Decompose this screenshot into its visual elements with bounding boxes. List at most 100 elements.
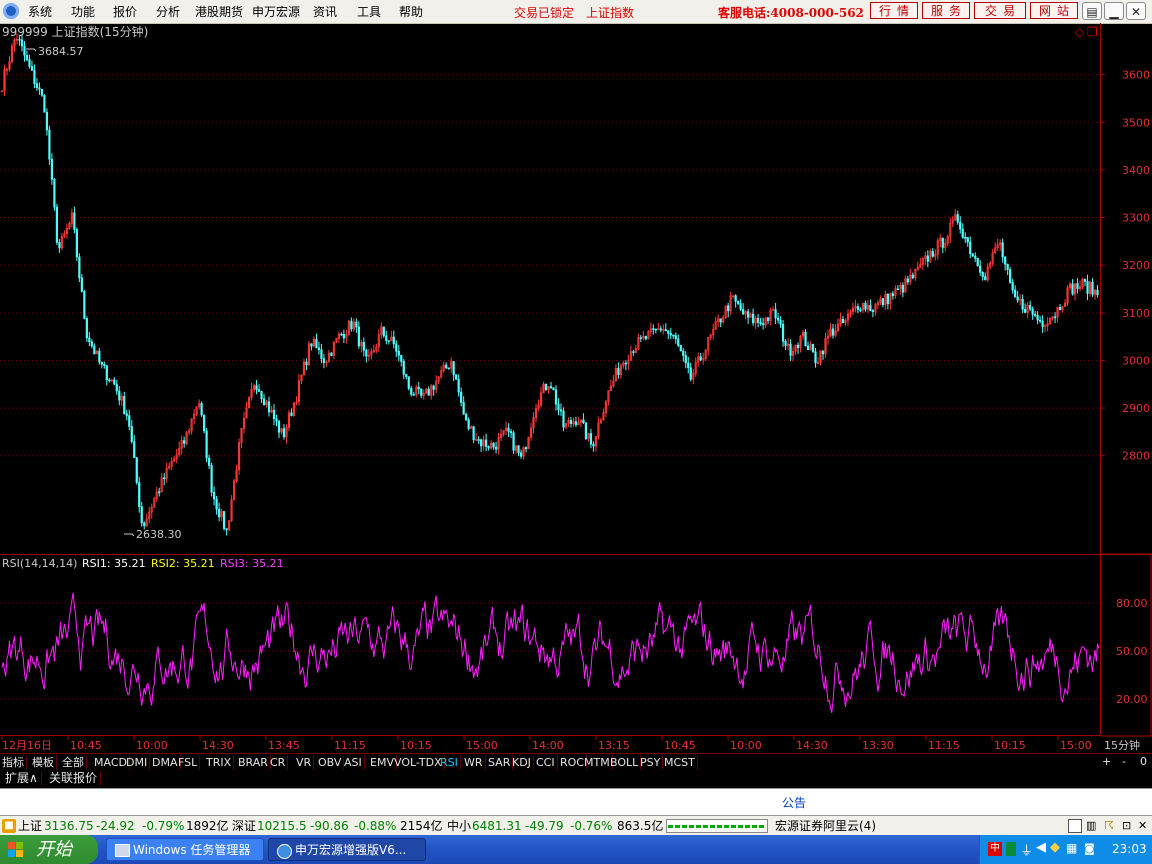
status-lock2-icon[interactable]: ⊡	[1122, 816, 1131, 836]
hotline-text: 客服电话:4008-000-562	[718, 6, 864, 20]
zoom-reset-button[interactable]: 0	[1140, 755, 1147, 768]
notice-label[interactable]: 公告	[782, 794, 806, 811]
tray-volume-icon[interactable]: ◀	[1036, 840, 1046, 855]
menu-swhy[interactable]: 申万宏源	[252, 3, 300, 20]
indicator-tab-2[interactable]: 全部	[60, 755, 87, 770]
minimize-icon[interactable]: ▁	[1104, 2, 1124, 20]
tray-flag-icon[interactable]: 中	[988, 842, 1002, 856]
task-manager-task[interactable]: Windows 任务管理器	[106, 838, 264, 861]
indicator-tab-voltdx[interactable]: VOL-TDX	[392, 755, 445, 770]
candle-body	[452, 361, 455, 376]
trade-button[interactable]: 交易	[974, 2, 1026, 19]
zoom-out-button[interactable]: -	[1122, 755, 1126, 768]
indicator-tab-trix[interactable]: TRIX	[204, 755, 235, 770]
indicator-tab-cr[interactable]: CR	[268, 755, 289, 770]
candle-body	[45, 111, 49, 131]
kline-chart[interactable]: 3600 3500 3400 3300 3200 3100 3000 2900 2800 80.…	[0, 23, 1152, 753]
taskbar: 开始 Windows 任务管理器 申万宏源增强版V6... 中 ⏚ ◀ ◆ ▦ …	[0, 835, 1152, 864]
candle-body	[759, 322, 762, 324]
tray-shield-icon[interactable]: ◆	[1050, 840, 1060, 855]
candle-body	[784, 340, 787, 346]
candle-body	[480, 439, 483, 447]
candle-body	[1011, 282, 1014, 291]
candle-body	[80, 277, 83, 292]
menu-info[interactable]: 资讯	[313, 3, 337, 20]
chart-restore-icon[interactable]: ❐	[1087, 25, 1098, 39]
candle-body	[624, 362, 627, 365]
menu-analysis[interactable]: 分析	[156, 3, 180, 20]
indicator-tab-rsi[interactable]: RSI	[438, 755, 461, 770]
close-icon[interactable]: ✕	[1126, 2, 1146, 20]
indicator-tab-fsl[interactable]: FSL	[176, 755, 201, 770]
indicator-tab-brar[interactable]: BRAR	[236, 755, 271, 770]
status-close-icon[interactable]: ✕	[1138, 816, 1147, 836]
period-label[interactable]: 15分钟	[1104, 738, 1140, 752]
candle-body	[549, 386, 553, 389]
zoom-in-button[interactable]: +	[1102, 755, 1111, 768]
indicator-tab-0[interactable]: 指标	[0, 755, 27, 770]
tray-chat-icon[interactable]: ◙	[1084, 842, 1095, 855]
candle-body	[1039, 319, 1042, 322]
trade-locked-status[interactable]: 交易已锁定	[514, 4, 574, 21]
time-axis-label: 10:15	[400, 739, 432, 752]
indicator-tab-asi[interactable]: ASI	[342, 755, 365, 770]
chart-area[interactable]: 3600 3500 3400 3300 3200 3100 3000 2900 2800 80.…	[0, 23, 1152, 753]
menu-quote[interactable]: 报价	[113, 3, 137, 20]
time-axis-label: 10:15	[994, 739, 1026, 752]
candle-body	[40, 88, 44, 96]
menu-hk-futures[interactable]: 港股期货	[195, 3, 243, 20]
candle-body	[569, 420, 573, 424]
indicator-tab-psy[interactable]: PSY	[638, 755, 664, 770]
candle-body	[689, 367, 692, 380]
candle-body	[664, 329, 667, 332]
app-logo-icon[interactable]	[3, 3, 19, 19]
price-tick-label: 3000	[1122, 354, 1150, 367]
candle-body	[477, 439, 480, 441]
indicator-tab-wr[interactable]: WR	[462, 755, 486, 770]
candle-body	[672, 334, 675, 337]
start-button[interactable]: 开始	[0, 835, 98, 864]
candle-body	[78, 256, 81, 279]
sme-index-name: 中小	[447, 819, 472, 833]
indicator-tab-boll[interactable]: BOLL	[608, 755, 642, 770]
chart-option-icon[interactable]: ◇	[1075, 25, 1085, 39]
tray-network-icon[interactable]: ▦	[1066, 841, 1077, 855]
candle-body	[886, 293, 889, 305]
indicator-tab-cci[interactable]: CCI	[534, 755, 558, 770]
indicator-tab-mcst[interactable]: MCST	[662, 755, 698, 770]
menu-tools[interactable]: 工具	[357, 3, 381, 20]
candle-body	[38, 87, 41, 90]
website-button[interactable]: 网站	[1030, 2, 1078, 19]
sme-index-percent: -0.76%	[570, 819, 613, 833]
market-button[interactable]: 行情	[870, 2, 918, 19]
swhy-app-task[interactable]: 申万宏源增强版V6...	[268, 838, 426, 861]
candle-body	[43, 95, 46, 113]
menu-help[interactable]: 帮助	[399, 3, 423, 20]
expand-tab[interactable]: 扩展∧	[2, 771, 42, 786]
candle-body	[125, 413, 128, 416]
indicator-tab-1[interactable]: 模板	[30, 755, 57, 770]
status-window-icon[interactable]	[1068, 819, 1082, 833]
candle-body	[213, 492, 216, 500]
candle-body	[73, 212, 76, 230]
tray-green-icon[interactable]	[1006, 842, 1016, 856]
service-button[interactable]: 服务	[922, 2, 970, 19]
candle-body	[407, 376, 410, 389]
menu-system[interactable]: 系统	[28, 3, 52, 20]
tray-signal-icon[interactable]: ⏚	[1020, 840, 1033, 859]
indicator-tab-obv[interactable]: OBV	[316, 755, 345, 770]
status-lock-icon[interactable]: ■	[2, 819, 16, 833]
status-antenna-icon[interactable]: ☈	[1104, 816, 1114, 836]
status-msg-icon[interactable]: ▥	[1086, 816, 1096, 836]
candle-body	[55, 206, 58, 243]
indicator-tab-kdj[interactable]: KDJ	[510, 755, 534, 770]
sz-index-value: 10215.5	[257, 819, 307, 833]
candle-body	[218, 508, 221, 518]
server-name[interactable]: 宏源证券阿里云(4)	[775, 816, 876, 836]
time-axis-label: 10:00	[730, 739, 762, 752]
indicator-tab-dmi[interactable]: DMI	[124, 755, 151, 770]
menu-function[interactable]: 功能	[71, 3, 95, 20]
indicator-tab-vr[interactable]: VR	[294, 755, 315, 770]
related-quote-tab[interactable]: 关联报价	[46, 771, 102, 786]
menu-window-icon[interactable]: ▤	[1082, 2, 1102, 20]
